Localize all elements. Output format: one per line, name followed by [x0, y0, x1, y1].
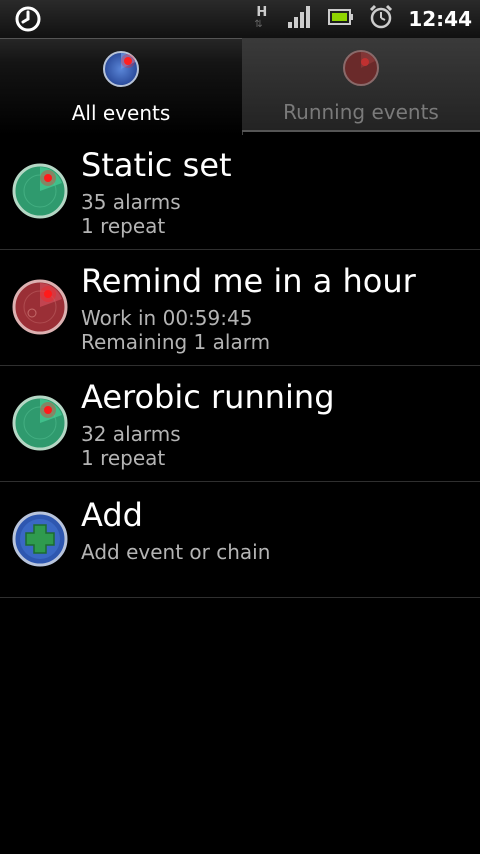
event-alarm-count: 35 alarms — [81, 190, 181, 214]
event-row-aerobic-running[interactable]: Aerobic running 32 alarms 1 repeat — [0, 366, 480, 482]
add-plus-icon — [12, 511, 68, 571]
add-title: Add — [81, 496, 143, 534]
tab-running-events-label: Running events — [283, 100, 439, 124]
event-title: Remind me in a hour — [81, 262, 416, 300]
tab-all-events[interactable]: All events — [0, 38, 243, 135]
alarm-clock-app-icon — [14, 5, 42, 37]
event-alarm-count: 32 alarms — [81, 422, 181, 446]
event-title: Aerobic running — [81, 378, 335, 416]
tab-bar: All events Running events — [0, 38, 480, 135]
radar-green-icon — [12, 395, 68, 455]
tab-all-events-label: All events — [71, 101, 171, 125]
radar-blue-icon — [102, 50, 140, 92]
battery-icon — [328, 8, 354, 30]
tab-running-events[interactable]: Running events — [242, 38, 480, 132]
radar-red-icon — [342, 49, 380, 91]
event-repeat: 1 repeat — [81, 214, 166, 238]
radar-green-icon — [12, 163, 68, 223]
add-subtitle: Add event or chain — [81, 540, 271, 564]
status-time: 12:44 — [408, 7, 472, 31]
event-countdown: Work in 00:59:45 — [81, 306, 253, 330]
event-repeat: 1 repeat — [81, 446, 166, 470]
event-title: Static set — [81, 146, 232, 184]
network-type-label: H — [256, 5, 268, 20]
alarm-icon — [368, 4, 394, 34]
event-list: Static set 35 alarms 1 repeat Remind me … — [0, 134, 480, 598]
event-remaining: Remaining 1 alarm — [81, 330, 271, 354]
event-row-remind-me[interactable]: Remind me in a hour Work in 00:59:45 Rem… — [0, 250, 480, 366]
network-h-icon: H ⇅ — [254, 5, 268, 30]
radar-red-icon — [12, 279, 68, 339]
event-row-static-set[interactable]: Static set 35 alarms 1 repeat — [0, 134, 480, 250]
signal-icon — [288, 5, 314, 33]
status-bar: H ⇅ 12:44 — [0, 0, 480, 39]
add-event-row[interactable]: Add Add event or chain — [0, 482, 480, 598]
